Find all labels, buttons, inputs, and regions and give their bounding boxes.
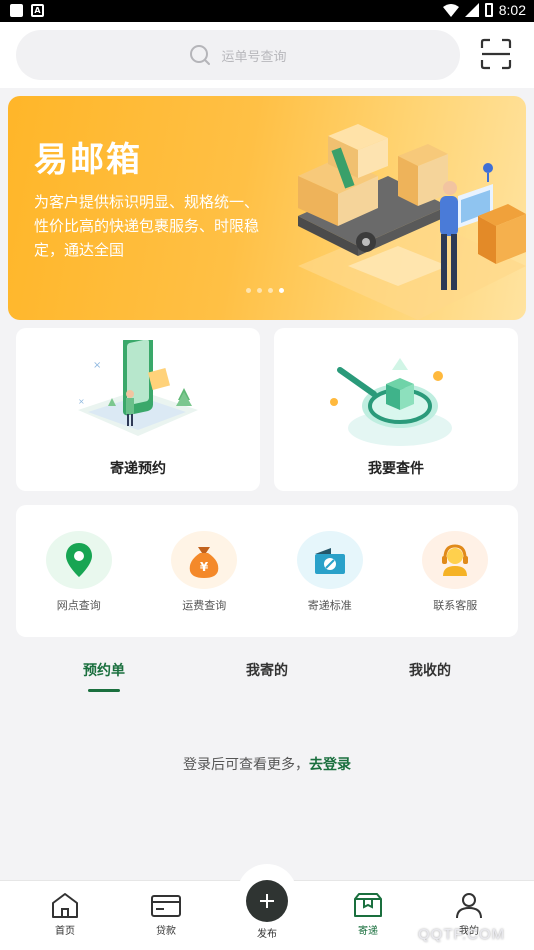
- location-pin-icon: [65, 543, 92, 577]
- tabbar-send[interactable]: 寄递: [338, 891, 398, 937]
- order-tabs: 预约单 我寄的 我收的: [0, 660, 534, 700]
- tabbar-loan[interactable]: 贷款: [136, 891, 196, 937]
- signal-icon: [464, 3, 479, 17]
- header: 运单号查询: [0, 22, 534, 88]
- booking-card-label: 寄递预约: [110, 461, 166, 477]
- svg-text:×: ×: [78, 397, 85, 406]
- box-standard-icon: [314, 548, 345, 574]
- pagination-dot[interactable]: [257, 288, 262, 293]
- pagination-dot[interactable]: [268, 288, 273, 293]
- promo-banner[interactable]: 易邮箱 为客户提供标识明显、规格统一、性价比高的快递包裹服务、时限稳定，通达全国: [8, 96, 526, 320]
- scan-icon[interactable]: [480, 38, 512, 70]
- tabbar-loan-label: 贷款: [156, 926, 176, 937]
- mailbox-phone-illustration: × ×: [78, 340, 198, 436]
- service-label: 运费查询: [182, 599, 227, 612]
- notification-icon: [10, 4, 23, 17]
- banner-pagination: [246, 288, 284, 293]
- tab-received[interactable]: 我收的: [409, 660, 451, 680]
- user-icon: [456, 893, 482, 919]
- tab-booking-orders[interactable]: 预约单: [83, 660, 125, 680]
- pagination-dot-active[interactable]: [279, 288, 284, 293]
- login-tip-text: 登录后可查看更多，: [183, 757, 309, 773]
- status-bar: A 8:02: [0, 0, 534, 22]
- svg-text:¥: ¥: [200, 560, 209, 574]
- publish-label: 发布: [257, 929, 277, 940]
- wifi-icon: [442, 3, 459, 17]
- publish-button[interactable]: [246, 880, 288, 922]
- pagination-dot[interactable]: [246, 288, 251, 293]
- login-link[interactable]: 去登录: [309, 757, 351, 773]
- headset-agent-icon: [442, 544, 469, 576]
- service-outlet-query[interactable]: 网点查询: [29, 531, 129, 637]
- watermark: QQTF.COM: [418, 926, 506, 943]
- parcel-box-icon: [354, 893, 382, 917]
- booking-card[interactable]: × × 寄递预约: [16, 328, 260, 491]
- banner-description: 为客户提供标识明显、规格统一、性价比高的快递包裹服务、时限稳定，通达全国: [34, 193, 260, 259]
- service-shipping-standard[interactable]: 寄递标准: [280, 531, 380, 637]
- service-fee-query[interactable]: ¥ 运费查询: [154, 531, 254, 637]
- delivery-truck-illustration: [298, 124, 526, 320]
- track-card-label: 我要查件: [368, 461, 424, 477]
- tabbar-home[interactable]: 首页: [35, 891, 95, 937]
- track-card[interactable]: 我要查件: [274, 328, 518, 491]
- battery-icon: [484, 3, 493, 17]
- service-customer-support[interactable]: 联系客服: [405, 531, 505, 637]
- home-icon: [52, 893, 78, 918]
- service-label: 寄递标准: [307, 599, 352, 612]
- service-label: 网点查询: [56, 599, 101, 612]
- app-notification-icon: A: [31, 4, 44, 17]
- search-icon: [190, 45, 211, 65]
- search-bar[interactable]: 运单号查询: [16, 30, 460, 80]
- login-tip: 登录后可查看更多，去登录: [0, 754, 534, 774]
- banner-title: 易邮箱: [34, 140, 142, 180]
- money-bag-icon: ¥: [189, 547, 219, 578]
- magnifier-package-illustration: [330, 358, 452, 446]
- active-tab-indicator: [88, 689, 120, 692]
- status-time: 8:02: [498, 2, 526, 18]
- credit-card-icon: [151, 895, 181, 917]
- tabbar-send-label: 寄递: [358, 926, 378, 937]
- service-grid: 网点查询 ¥ 运费查询 寄递标准 联系客服: [16, 505, 518, 637]
- tabbar-home-label: 首页: [55, 926, 75, 937]
- search-input[interactable]: 运单号查询: [221, 46, 286, 65]
- plus-icon: [260, 894, 274, 908]
- svg-text:×: ×: [93, 360, 101, 371]
- tab-sent[interactable]: 我寄的: [246, 660, 288, 680]
- service-label: 联系客服: [433, 599, 478, 612]
